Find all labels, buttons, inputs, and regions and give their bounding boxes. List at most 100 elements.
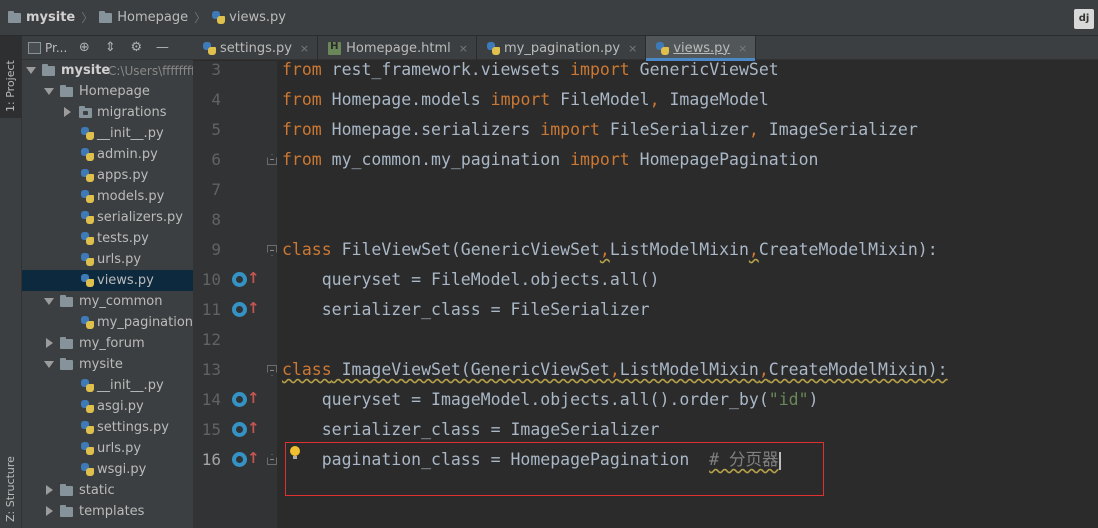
breadcrumb-folder-label: Homepage <box>117 10 189 25</box>
code-line-10: queryset = FileModel.objects.all() <box>282 270 660 289</box>
structure-tool-button[interactable]: Z: Structure <box>0 448 22 522</box>
fold-marker-icon[interactable] <box>267 245 277 256</box>
breadcrumb-file[interactable]: views.py <box>212 8 286 28</box>
tab-settings-py[interactable]: settings.py × <box>193 36 319 60</box>
collapse-arrow-icon[interactable] <box>64 107 71 117</box>
override-method-icon[interactable]: ↑ <box>232 450 260 470</box>
override-method-icon[interactable]: ↑ <box>232 390 260 410</box>
tree-item-file[interactable]: wsgi.py <box>22 459 193 480</box>
tab-label: views.py <box>673 40 731 56</box>
code-area[interactable]: from rest_framework.viewsets import Gene… <box>277 61 1098 528</box>
tree-item-file[interactable]: __init__.py <box>22 375 193 396</box>
tree-item-file[interactable]: __init__.py <box>22 123 193 144</box>
fold-marker-icon[interactable] <box>267 365 277 376</box>
close-icon[interactable]: × <box>628 42 637 55</box>
expand-arrow-icon[interactable] <box>26 67 36 74</box>
tree-item-static[interactable]: static <box>22 480 193 501</box>
project-tool-button[interactable]: 1: Project <box>0 36 22 118</box>
tree-item-mysite-root[interactable]: mysite C:\Users\ffffffff <box>22 60 193 81</box>
breadcrumb-separator: 〉 <box>194 11 207 25</box>
tree-item-mysite[interactable]: mysite <box>22 354 193 375</box>
tree-item-file[interactable]: tests.py <box>22 228 193 249</box>
structure-tool-label: Z: Structure <box>4 456 17 522</box>
tree-item-file[interactable]: apps.py <box>22 165 193 186</box>
close-icon[interactable]: × <box>459 42 468 55</box>
tree-item-my-common[interactable]: my_common <box>22 291 193 312</box>
tree-item-file[interactable]: asgi.py <box>22 396 193 417</box>
tree-item-my-forum[interactable]: my_forum <box>22 333 193 354</box>
minimize-icon[interactable]: — <box>155 40 169 55</box>
python-icon <box>656 41 670 55</box>
tree-item-label: tests.py <box>97 231 149 246</box>
globe-icon[interactable]: ⊕ <box>77 40 91 55</box>
python-icon <box>81 379 94 392</box>
tree-item-label: urls.py <box>97 441 142 456</box>
expand-arrow-icon[interactable] <box>44 88 54 95</box>
fold-marker-icon[interactable] <box>267 154 277 165</box>
code-line-11: serializer_class = FileSerializer <box>282 300 650 319</box>
breadcrumb-project[interactable]: mysite <box>8 8 75 28</box>
project-panel-header: Pr... ⊕ ⇕ ⚙ — <box>22 36 193 60</box>
line-number: 10 <box>201 270 221 289</box>
override-method-icon[interactable]: ↑ <box>232 300 260 320</box>
code-line-15: serializer_class = ImageSerializer <box>282 420 660 439</box>
tree-item-label: my_forum <box>79 336 145 351</box>
project-panel-title[interactable]: Pr... <box>45 41 67 55</box>
python-icon <box>81 211 94 224</box>
breadcrumb-folder[interactable]: Homepage <box>99 8 188 28</box>
tree-item-label: __init__.py <box>97 378 164 393</box>
tree-item-file[interactable]: admin.py <box>22 144 193 165</box>
code-line-3: from rest_framework.viewsets import Gene… <box>282 61 779 79</box>
tree-item-file[interactable]: models.py <box>22 186 193 207</box>
tree-item-file[interactable]: urls.py <box>22 249 193 270</box>
code-editor[interactable]: 3 4 5 6 7 8 9 10 ↑ 11 ↑ 12 13 14 ↑ 15 ↑ … <box>193 61 1098 528</box>
line-number: 13 <box>201 360 221 379</box>
python-icon <box>81 442 94 455</box>
fold-marker-icon[interactable] <box>267 454 277 465</box>
tree-item-label: views.py <box>97 273 154 288</box>
gear-icon[interactable]: ⚙ <box>129 40 143 55</box>
override-method-icon[interactable]: ↑ <box>232 270 260 290</box>
tree-item-file[interactable]: serializers.py <box>22 207 193 228</box>
folder-icon <box>60 358 73 370</box>
tree-item-templates[interactable]: templates <box>22 501 193 522</box>
python-icon <box>81 253 94 266</box>
html-icon <box>328 41 342 55</box>
tree-item-file[interactable]: urls.py <box>22 438 193 459</box>
tree-item-file[interactable]: my_pagination.py <box>22 312 193 333</box>
tree-item-file[interactable]: settings.py <box>22 417 193 438</box>
code-line-16: pagination_class = HomepagePagination # … <box>282 450 781 470</box>
project-tool-label: 1: Project <box>4 60 17 112</box>
tab-my-pagination-py[interactable]: my_pagination.py × <box>477 36 647 60</box>
text-cursor <box>778 451 781 470</box>
override-method-icon[interactable]: ↑ <box>232 420 260 440</box>
tab-views-py[interactable]: views.py × <box>646 36 757 61</box>
tab-homepage-html[interactable]: Homepage.html × <box>318 36 477 60</box>
collapse-arrow-icon[interactable] <box>46 338 53 348</box>
project-panel: Pr... ⊕ ⇕ ⚙ — mysite C:\Users\ffffffff H… <box>22 36 193 528</box>
collapse-icon[interactable]: ⇕ <box>103 40 117 55</box>
expand-arrow-icon[interactable] <box>44 361 54 368</box>
close-icon[interactable]: × <box>738 42 747 55</box>
tree-item-migrations[interactable]: migrations <box>22 102 193 123</box>
expand-arrow-icon[interactable] <box>44 298 54 305</box>
folder-icon <box>42 64 55 76</box>
collapse-arrow-icon[interactable] <box>46 506 53 516</box>
python-icon <box>81 169 94 182</box>
python-icon <box>81 190 94 203</box>
tree-item-label: templates <box>79 504 145 519</box>
folder-icon <box>99 10 113 23</box>
collapse-arrow-icon[interactable] <box>46 485 53 495</box>
django-icon[interactable]: dj <box>1074 9 1094 29</box>
close-icon[interactable]: × <box>300 42 309 55</box>
tree-item-path: C:\Users\ffffffff <box>108 63 193 78</box>
line-number: 6 <box>211 150 221 169</box>
line-number: 5 <box>211 120 221 139</box>
python-icon <box>81 232 94 245</box>
tree-item-label: Homepage <box>79 84 150 99</box>
tree-item-file-selected[interactable]: views.py <box>22 270 193 291</box>
line-number: 3 <box>211 61 221 79</box>
lightbulb-icon[interactable] <box>290 446 300 460</box>
folder-icon <box>60 505 73 517</box>
tree-item-homepage[interactable]: Homepage <box>22 81 193 102</box>
